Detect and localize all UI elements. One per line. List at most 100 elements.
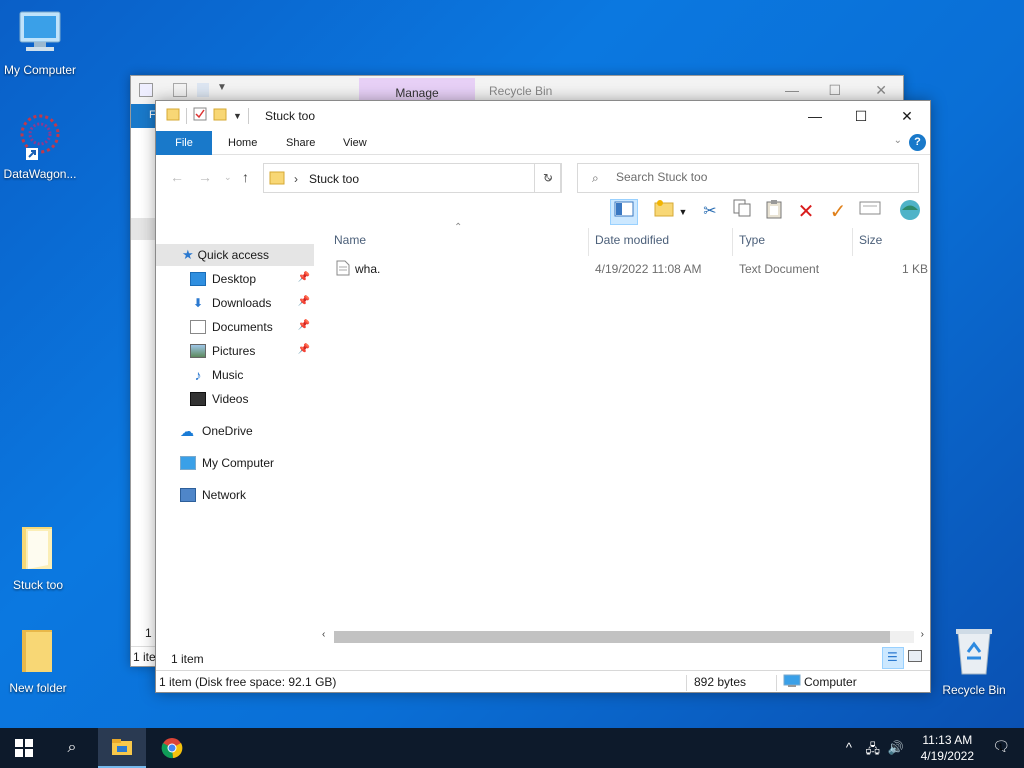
search-box[interactable]: ⌕ [577, 163, 919, 193]
nav-item-music[interactable]: ♪ Music [156, 364, 314, 386]
nav-item-pictures[interactable]: Pictures 📌 [156, 340, 314, 362]
tab-file[interactable]: File [156, 131, 212, 155]
clock[interactable]: 11:13 AM 4/19/2022 [921, 732, 974, 764]
file-list[interactable]: ⌃ Name Date modified Type Size wha. 4/19… [326, 222, 930, 627]
preview-pane-icon [614, 201, 634, 217]
explorer-window-stuck-too[interactable]: ▼ Stuck too — ☐ ✕ File Home Share View ⌄… [155, 100, 931, 693]
music-note-icon: ♪ [194, 367, 202, 383]
expand-ribbon-chevron-icon[interactable]: ⌄ [894, 135, 902, 146]
notification-count: 1 [998, 742, 1004, 752]
address-bar[interactable]: › Stuck too ⌄ [263, 163, 561, 193]
back-nav-selection [131, 218, 157, 240]
scroll-thumb[interactable] [334, 631, 890, 643]
ribbon-tabs: File Home Share View ⌄ ? [156, 131, 930, 155]
tab-view[interactable]: View [331, 131, 379, 155]
tab-share[interactable]: Share [274, 131, 327, 155]
network-tray-icon[interactable]: 🖧 [866, 740, 881, 762]
nav-item-downloads[interactable]: ⬇ Downloads 📌 [156, 292, 314, 314]
minimize-icon: — [808, 108, 822, 124]
nav-item-network[interactable]: Network [156, 484, 314, 506]
location-zone: Computer [804, 675, 857, 689]
titlebar[interactable]: ▼ Stuck too — ☐ ✕ [156, 101, 930, 131]
nav-item-videos[interactable]: Videos [156, 388, 314, 410]
action-center-button[interactable]: 🗨 1 [992, 738, 1010, 755]
scroll-left-arrow-icon[interactable]: ‹ [322, 629, 325, 640]
preview-pane-button[interactable] [610, 199, 638, 225]
column-header-date-modified[interactable]: Date modified [595, 233, 669, 247]
custom-toolbar: ▼ ✂ ✕ ✓ [156, 197, 930, 227]
chrome-icon [161, 738, 183, 759]
properties-icon[interactable] [193, 107, 207, 124]
forward-arrow-icon[interactable]: → [198, 169, 212, 185]
up-arrow-icon[interactable]: ↑ [242, 169, 249, 185]
show-hidden-icons-chevron-icon[interactable]: ^ [846, 740, 852, 755]
nav-item-my-computer[interactable]: My Computer [156, 452, 314, 474]
nav-item-desktop[interactable]: Desktop 📌 [156, 268, 314, 290]
search-icon: ⌕ [67, 739, 77, 756]
search-input[interactable] [616, 170, 896, 184]
scroll-right-arrow-icon[interactable]: › [921, 629, 924, 640]
delete-icon[interactable]: ✕ [792, 199, 820, 225]
desktop-icon-recycle-bin[interactable]: Recycle Bin [934, 626, 1014, 697]
network-icon [180, 488, 196, 502]
back-arrow-icon[interactable]: ← [170, 169, 184, 185]
navigation-pane[interactable]: ★ Quick access Desktop 📌 ⬇ Downloads 📌 D… [156, 228, 316, 627]
search-button[interactable]: ⌕ [48, 728, 96, 768]
large-icons-view-button[interactable] [904, 647, 926, 669]
cut-icon[interactable]: ✂ [696, 199, 724, 225]
refresh-button[interactable]: ↻ [534, 163, 562, 193]
videos-film-icon [190, 392, 206, 406]
nav-item-documents[interactable]: Documents 📌 [156, 316, 314, 338]
new-folder-button[interactable] [650, 199, 678, 225]
desktop-icon-new-folder[interactable]: New folder [0, 628, 78, 695]
breadcrumb-stuck-too[interactable]: Stuck too [309, 172, 359, 186]
paste-icon[interactable] [760, 199, 788, 225]
taskbar-file-explorer[interactable] [98, 728, 146, 768]
help-icon[interactable]: ? [909, 134, 926, 151]
start-button[interactable] [0, 728, 48, 768]
window-title: Stuck too [265, 109, 316, 123]
customize-qa-chevron-icon[interactable]: ▼ [233, 111, 242, 121]
taskbar-chrome[interactable] [148, 728, 196, 768]
folder-icon [18, 628, 58, 677]
back-file-tab[interactable]: F [131, 104, 157, 128]
tab-home[interactable]: Home [216, 131, 269, 155]
close-button[interactable]: ✕ [884, 101, 930, 131]
breadcrumb-separator-icon[interactable]: › [294, 172, 298, 186]
nav-item-quick-access[interactable]: ★ Quick access [156, 244, 314, 266]
pin-icon: 📌 [297, 296, 310, 307]
maximize-icon[interactable]: ☐ [828, 82, 841, 99]
file-explorer-icon [112, 739, 132, 755]
selection-size: 892 bytes [694, 675, 747, 689]
desktop-icon-datawagon[interactable]: DataWagon... [0, 112, 80, 181]
customize-qa-chevron-icon[interactable]: ▼ [217, 82, 227, 93]
column-header-name[interactable]: Name [334, 233, 366, 247]
column-header-size[interactable]: Size [859, 233, 882, 247]
nav-item-onedrive[interactable]: ☁ OneDrive [156, 420, 314, 442]
horizontal-scrollbar[interactable]: ‹ › [318, 627, 930, 645]
close-icon[interactable]: ✕ [875, 82, 887, 99]
maximize-button[interactable]: ☐ [838, 101, 884, 131]
new-folder-icon[interactable] [213, 107, 227, 124]
file-date: 4/19/2022 11:08 AM [595, 262, 702, 276]
search-icon: ⌕ [592, 171, 599, 185]
minimize-icon[interactable]: — [785, 82, 799, 98]
details-view-button[interactable]: ☰ [882, 647, 904, 669]
file-row[interactable]: wha. 4/19/2022 11:08 AM Text Document 1 … [326, 258, 930, 280]
internet-globe-icon[interactable] [896, 199, 924, 225]
computer-icon [180, 456, 196, 470]
desktop-icon-my-computer[interactable]: My Computer [0, 10, 80, 77]
desktop-icon-stuck-too[interactable]: Stuck too [0, 525, 78, 592]
recent-locations-chevron-icon[interactable]: ⌄ [224, 172, 232, 183]
sort-ascending-icon: ⌃ [454, 222, 463, 233]
file-type: Text Document [739, 262, 820, 276]
minimize-button[interactable]: — [792, 101, 838, 131]
column-header-type[interactable]: Type [739, 233, 765, 247]
rename-check-icon[interactable]: ✓ [824, 199, 852, 225]
documents-icon [190, 320, 206, 334]
properties-icon[interactable] [856, 199, 884, 225]
new-folder-dropdown-icon[interactable]: ▼ [676, 199, 690, 225]
volume-icon[interactable]: 🔊 [888, 740, 904, 756]
copy-icon[interactable] [728, 199, 756, 225]
details-view-icon: ☰ [887, 650, 898, 664]
